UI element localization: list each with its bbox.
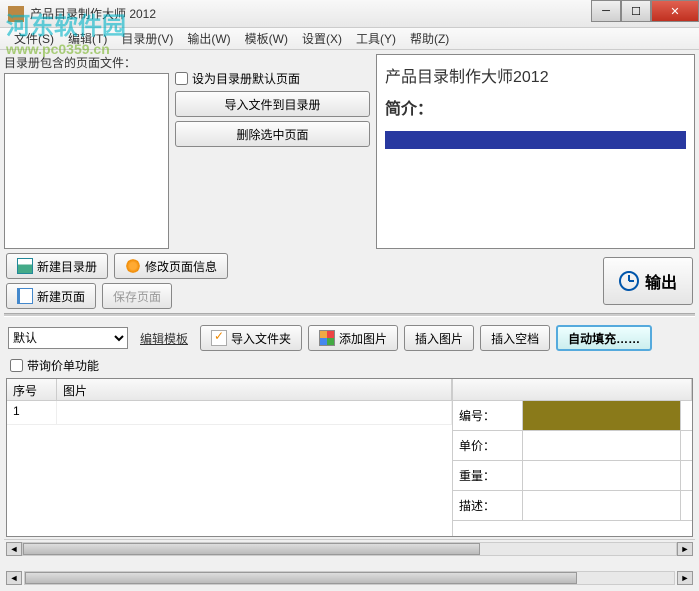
menu-catalog[interactable]: 目录册(V) <box>115 28 179 49</box>
code-end <box>680 401 692 430</box>
new-page-button[interactable]: 新建页面 <box>6 283 96 309</box>
save-page-button[interactable]: 保存页面 <box>102 283 172 309</box>
scroll-thumb[interactable] <box>23 543 480 555</box>
price-label: 单价： <box>453 431 523 460</box>
new-catalog-button[interactable]: 新建目录册 <box>6 253 108 279</box>
new-page-label: 新建页面 <box>37 288 85 305</box>
output-button[interactable]: 输出 <box>603 257 693 305</box>
menu-file[interactable]: 文件(S) <box>8 28 60 49</box>
import-folder-icon <box>211 330 227 346</box>
scroll-left-icon[interactable]: ◄ <box>6 542 22 556</box>
window-hscroll[interactable]: ◄ ► <box>4 569 695 587</box>
menubar: 文件(S) 编辑(T) 目录册(V) 输出(W) 模板(W) 设置(X) 工具(… <box>0 28 699 50</box>
menu-template[interactable]: 模板(W) <box>239 28 294 49</box>
import-file-label: 导入文件到目录册 <box>224 96 320 113</box>
modify-page-button[interactable]: 修改页面信息 <box>114 253 228 279</box>
window-title: 产品目录制作大师 2012 <box>30 5 156 22</box>
winscroll-left-icon[interactable]: ◄ <box>6 571 22 585</box>
table-row[interactable]: 1 <box>7 401 452 425</box>
winscroll-track[interactable] <box>24 571 675 585</box>
weight-field[interactable] <box>523 461 680 490</box>
insert-blank-button[interactable]: 插入空档 <box>480 325 550 351</box>
quote-check-input[interactable] <box>10 359 23 372</box>
import-file-button[interactable]: 导入文件到目录册 <box>175 91 370 117</box>
code-field[interactable] <box>523 401 680 430</box>
app-icon <box>8 6 24 22</box>
insert-image-button[interactable]: 插入图片 <box>404 325 474 351</box>
import-folder-button[interactable]: 导入文件夹 <box>200 325 302 351</box>
menu-help[interactable]: 帮助(Z) <box>404 28 455 49</box>
modify-page-label: 修改页面信息 <box>145 258 217 275</box>
menu-output[interactable]: 输出(W) <box>181 28 236 49</box>
add-image-button[interactable]: 添加图片 <box>308 325 398 351</box>
page-files-list[interactable] <box>4 73 169 249</box>
item-table-wrap: 序号 图片 1 编号： 单价： <box>6 378 693 537</box>
output-label: 输出 <box>645 269 677 293</box>
add-image-icon <box>319 330 335 346</box>
menu-settings[interactable]: 设置(X) <box>296 28 348 49</box>
delete-page-button[interactable]: 删除选中页面 <box>175 121 370 147</box>
quote-check-label: 带询价单功能 <box>27 357 99 374</box>
insert-blank-label: 插入空档 <box>491 330 539 347</box>
catalog-toolbar: 新建目录册 修改页面信息 新建页面 保存页面 输出 <box>4 253 695 309</box>
splitter[interactable] <box>4 313 695 317</box>
modify-page-icon <box>125 258 141 274</box>
col-seq-header[interactable]: 序号 <box>7 379 57 400</box>
new-catalog-label: 新建目录册 <box>37 258 97 275</box>
minimize-button[interactable]: ─ <box>591 0 621 22</box>
template-combo[interactable]: 默认 <box>8 327 128 349</box>
code-label: 编号： <box>453 401 523 430</box>
new-page-icon <box>17 288 33 304</box>
menu-edit[interactable]: 编辑(T) <box>62 28 113 49</box>
cell-img[interactable] <box>57 401 452 424</box>
quote-checkbox[interactable]: 带询价单功能 <box>4 355 695 376</box>
desc-field[interactable] <box>523 491 680 520</box>
scroll-right-icon[interactable]: ► <box>677 542 693 556</box>
import-folder-label: 导入文件夹 <box>231 330 291 347</box>
desc-end <box>680 491 692 520</box>
winscroll-right-icon[interactable]: ► <box>677 571 693 585</box>
save-page-label: 保存页面 <box>113 288 161 305</box>
desc-label: 描述： <box>453 491 523 520</box>
window-controls: ─ ☐ ✕ <box>591 0 699 22</box>
auto-fill-label: 自动填充…… <box>568 330 640 347</box>
new-catalog-icon <box>17 258 33 274</box>
clock-icon <box>619 271 639 291</box>
titlebar: 产品目录制作大师 2012 ─ ☐ ✕ <box>0 0 699 28</box>
add-image-label: 添加图片 <box>339 330 387 347</box>
item-table[interactable]: 序号 图片 1 <box>7 379 452 536</box>
delete-page-label: 删除选中页面 <box>236 126 308 143</box>
page-files-label: 目录册包含的页面文件： <box>4 54 169 71</box>
table-hscroll[interactable]: ◄ ► <box>4 539 695 557</box>
preview-subtitle: 简介： <box>385 95 686 119</box>
default-page-check-label: 设为目录册默认页面 <box>192 70 300 87</box>
auto-fill-button[interactable]: 自动填充…… <box>556 325 652 351</box>
scroll-track[interactable] <box>22 542 677 556</box>
detail-form: 编号： 单价： 重量： 描述： <box>452 379 692 536</box>
price-end <box>680 431 692 460</box>
weight-label: 重量： <box>453 461 523 490</box>
preview-panel: 产品目录制作大师2012 简介： <box>376 54 695 249</box>
edit-template-link[interactable]: 编辑模板 <box>134 330 194 347</box>
maximize-button[interactable]: ☐ <box>621 0 651 22</box>
item-toolbar: 默认 编辑模板 导入文件夹 添加图片 插入图片 插入空档 自动填充…… <box>4 321 695 355</box>
insert-image-label: 插入图片 <box>415 330 463 347</box>
menu-tools[interactable]: 工具(Y) <box>350 28 402 49</box>
default-page-check-input[interactable] <box>175 72 188 85</box>
winscroll-thumb[interactable] <box>25 572 577 584</box>
cell-seq[interactable]: 1 <box>7 401 57 424</box>
price-field[interactable] <box>523 431 680 460</box>
col-img-header[interactable]: 图片 <box>57 379 452 400</box>
preview-title: 产品目录制作大师2012 <box>385 63 686 87</box>
template-select[interactable]: 默认 <box>8 327 128 349</box>
close-button[interactable]: ✕ <box>651 0 699 22</box>
preview-thumbnail <box>385 131 686 149</box>
default-page-checkbox[interactable]: 设为目录册默认页面 <box>175 70 370 87</box>
weight-end <box>680 461 692 490</box>
